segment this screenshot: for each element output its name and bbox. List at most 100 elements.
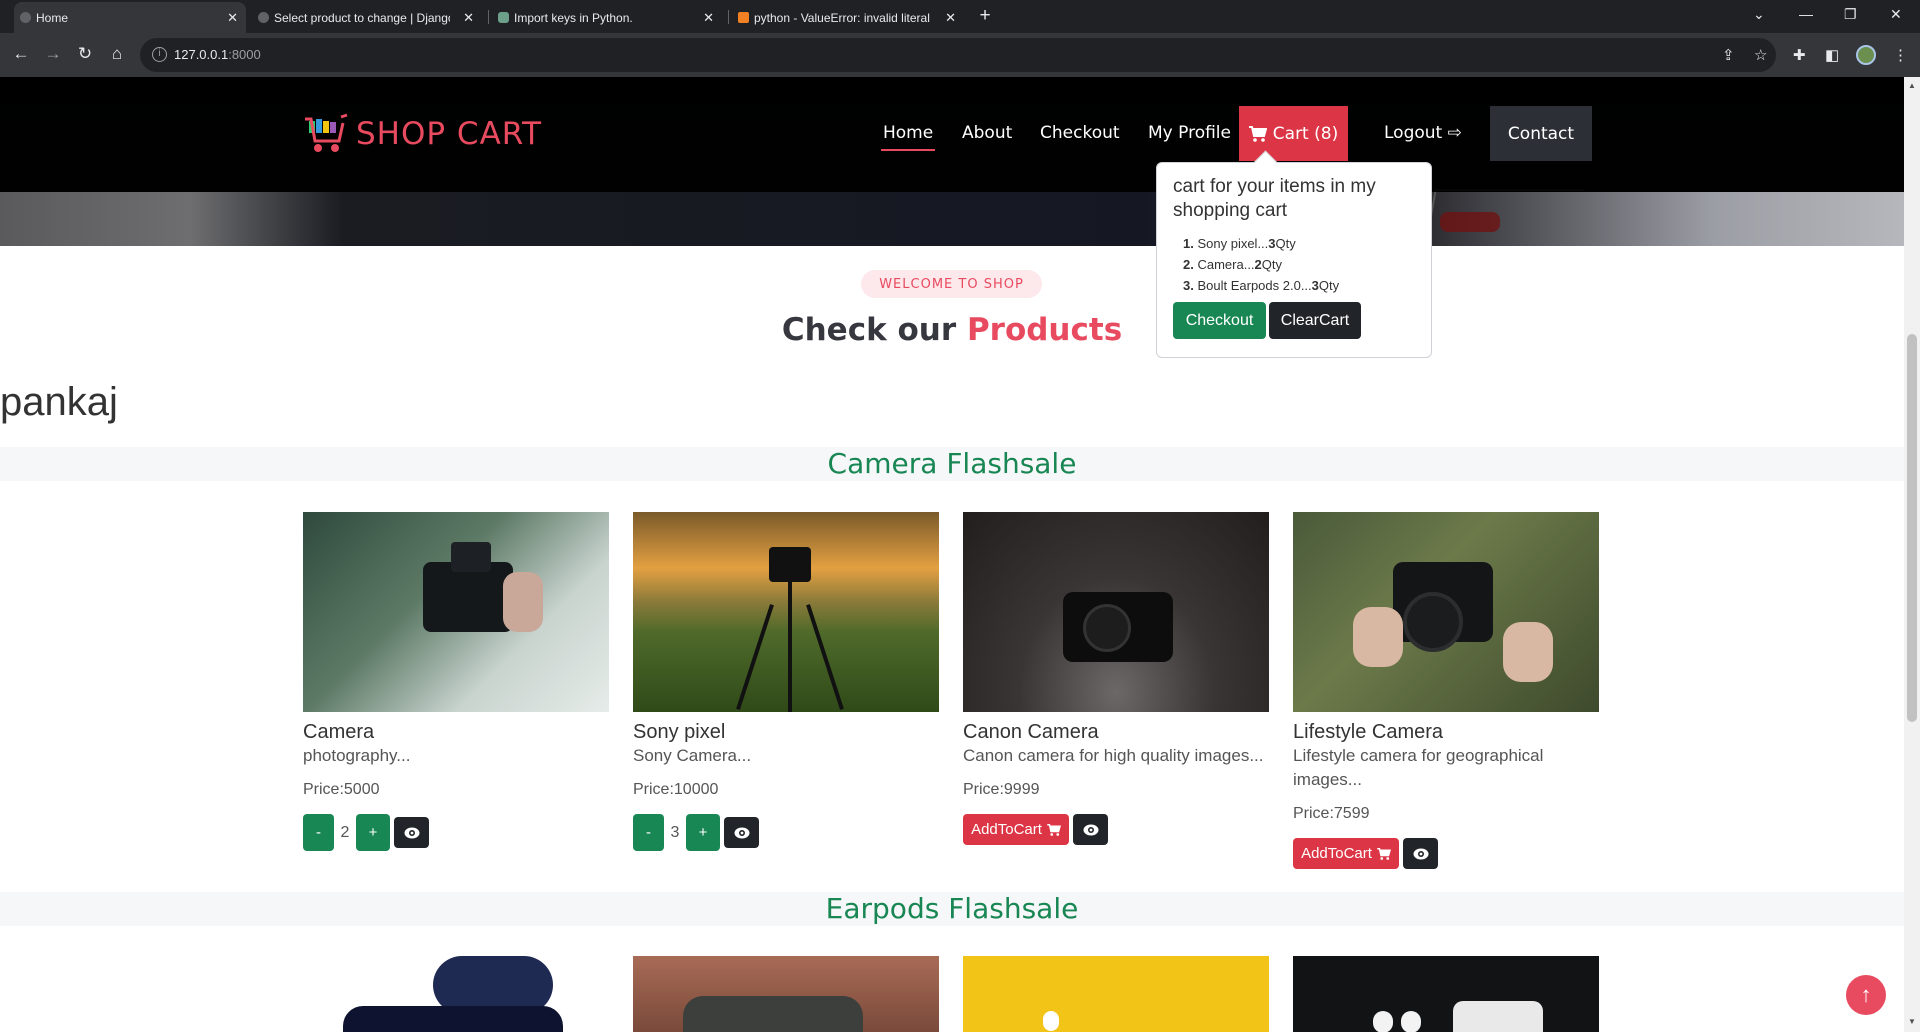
add-to-cart-label: AddToCart — [971, 821, 1042, 838]
product-name[interactable]: Lifestyle Camera — [1293, 720, 1599, 744]
nav-contact-button[interactable]: Contact — [1490, 106, 1592, 161]
nav-home[interactable]: Home — [880, 123, 936, 151]
forward-icon[interactable]: → — [43, 44, 63, 64]
nav-about[interactable]: About — [962, 123, 1012, 143]
quick-view-button[interactable] — [1403, 838, 1438, 869]
product-image[interactable] — [633, 956, 939, 1032]
quick-view-button[interactable] — [394, 817, 429, 848]
item-number: 2. — [1183, 257, 1194, 272]
cart-item-list: 1. Sony pixel...3Qty 2. Camera...2Qty 3.… — [1173, 233, 1415, 296]
product-card: Sony pixel Sony Camera... Price:10000 - … — [633, 512, 939, 851]
increase-qty-button[interactable]: + — [686, 814, 720, 851]
new-tab-button[interactable]: + — [973, 6, 997, 28]
back-icon[interactable]: ← — [11, 44, 31, 64]
increase-qty-button[interactable]: + — [356, 814, 390, 851]
tab-search-icon[interactable]: ⌄ — [1753, 6, 1765, 23]
cart-icon — [1047, 823, 1061, 836]
product-card: Canon Camera Canon camera for high quali… — [963, 512, 1269, 845]
scroll-up-arrow-icon[interactable]: ▲ — [1908, 81, 1916, 90]
window-close-icon[interactable]: ✕ — [1890, 6, 1902, 23]
item-name: Sony pixel... — [1197, 236, 1269, 251]
cart-popover: cart for your items in my shopping cart … — [1156, 162, 1432, 358]
site-info-icon[interactable]: i — [152, 47, 167, 62]
item-qty: 3 — [1311, 278, 1319, 293]
browser-tab-stackoverflow[interactable]: python - ValueError: invalid literal for… — [732, 2, 964, 33]
category-title-camera: Camera Flashsale — [0, 447, 1904, 481]
cart-item: 3. Boult Earpods 2.0...3Qty — [1183, 275, 1415, 296]
browser-tab-django-admin[interactable]: Select product to change | Django site a… — [252, 2, 482, 33]
address-bar[interactable]: i 127.0.0.1:8000 — [140, 38, 1776, 72]
product-image[interactable] — [633, 512, 939, 712]
product-image[interactable] — [303, 512, 609, 712]
minimize-icon[interactable]: — — [1799, 6, 1813, 22]
url-host: 127.0.0.1 — [174, 47, 229, 62]
close-icon[interactable]: ✕ — [227, 10, 238, 26]
product-image[interactable] — [1293, 512, 1599, 712]
shopping-cart-logo-icon — [305, 113, 348, 152]
logout-icon: ⇨ — [1447, 123, 1462, 143]
scrollbar-thumb[interactable] — [1907, 334, 1917, 722]
popover-actions: Checkout ClearCart — [1173, 302, 1415, 339]
close-icon[interactable]: ✕ — [945, 10, 956, 26]
product-image[interactable] — [963, 956, 1269, 1032]
add-to-cart-label: AddToCart — [1301, 845, 1372, 862]
restore-icon[interactable]: ❐ — [1844, 6, 1857, 23]
logout-label: Logout — [1384, 123, 1443, 143]
nav-checkout[interactable]: Checkout — [1040, 123, 1120, 143]
close-icon[interactable]: ✕ — [463, 10, 474, 26]
product-image[interactable] — [1293, 956, 1599, 1032]
product-image[interactable] — [963, 512, 1269, 712]
browser-tab-import-keys[interactable]: Import keys in Python. ✕ — [492, 2, 722, 33]
product-name[interactable]: Canon Camera — [963, 720, 1269, 744]
popover-checkout-button[interactable]: Checkout — [1173, 302, 1266, 339]
close-icon[interactable]: ✕ — [703, 10, 714, 26]
product-card — [1293, 956, 1599, 1032]
product-card — [303, 956, 609, 1032]
decrease-qty-button[interactable]: - — [633, 814, 664, 851]
item-name: Boult Earpods 2.0... — [1197, 278, 1312, 293]
product-name[interactable]: Camera — [303, 720, 609, 744]
add-to-cart-button[interactable]: AddToCart — [963, 814, 1069, 845]
nav-my-profile[interactable]: My Profile — [1148, 123, 1231, 143]
add-to-cart-button[interactable]: AddToCart — [1293, 838, 1399, 869]
decrease-qty-button[interactable]: - — [303, 814, 334, 851]
product-card: Camera photography... Price:5000 - 2 + — [303, 512, 609, 851]
logged-in-username: pankaj — [0, 380, 118, 424]
home-icon[interactable]: ⌂ — [107, 44, 127, 64]
nav-cart-button[interactable]: Cart (8) — [1239, 106, 1348, 161]
product-price: Price:7599 — [1293, 805, 1370, 822]
product-image[interactable] — [303, 956, 609, 1032]
product-description: Sony Camera... — [633, 746, 752, 765]
profile-avatar[interactable] — [1856, 45, 1876, 65]
category-title-earpods: Earpods Flashsale — [0, 892, 1904, 926]
hero-background-image — [0, 192, 1904, 246]
eye-icon — [1413, 848, 1428, 859]
brand-name: SHOP CART — [356, 116, 543, 152]
section-heading: Check our Products — [0, 312, 1904, 348]
product-price: Price:10000 — [633, 781, 719, 798]
stackoverflow-icon — [738, 12, 749, 23]
bookmark-star-icon[interactable]: ☆ — [1754, 46, 1767, 64]
reload-icon[interactable]: ↻ — [75, 44, 95, 64]
quick-view-button[interactable] — [724, 817, 759, 848]
side-panel-icon[interactable]: ◧ — [1825, 46, 1839, 64]
nav-logout[interactable]: Logout ⇨ — [1384, 123, 1462, 143]
share-icon[interactable]: ⇪ — [1722, 46, 1735, 64]
browser-tab-home[interactable]: Home ✕ — [14, 2, 246, 33]
quick-view-button[interactable] — [1073, 814, 1108, 845]
cart-item: 2. Camera...2Qty — [1183, 254, 1415, 275]
scroll-down-arrow-icon[interactable]: ▼ — [1908, 1017, 1916, 1026]
clear-cart-button[interactable]: ClearCart — [1269, 302, 1361, 339]
extensions-icon[interactable]: ✚ — [1793, 46, 1806, 64]
page-scrollbar[interactable]: ▲ ▼ — [1904, 77, 1920, 1032]
product-name[interactable]: Sony pixel — [633, 720, 939, 744]
browser-tab-bar: Home ✕ Select product to change | Django… — [0, 0, 1920, 33]
menu-kebab-icon[interactable]: ⋮ — [1893, 46, 1908, 64]
hero-cart-item — [1440, 212, 1500, 232]
globe-icon — [20, 12, 31, 23]
tab-title: python - ValueError: invalid literal for… — [754, 10, 930, 25]
site-logo[interactable]: SHOP CART — [303, 113, 542, 155]
item-number: 3. — [1183, 278, 1194, 293]
scroll-to-top-button[interactable]: ↑ — [1846, 975, 1886, 1015]
tab-separator — [488, 10, 489, 24]
